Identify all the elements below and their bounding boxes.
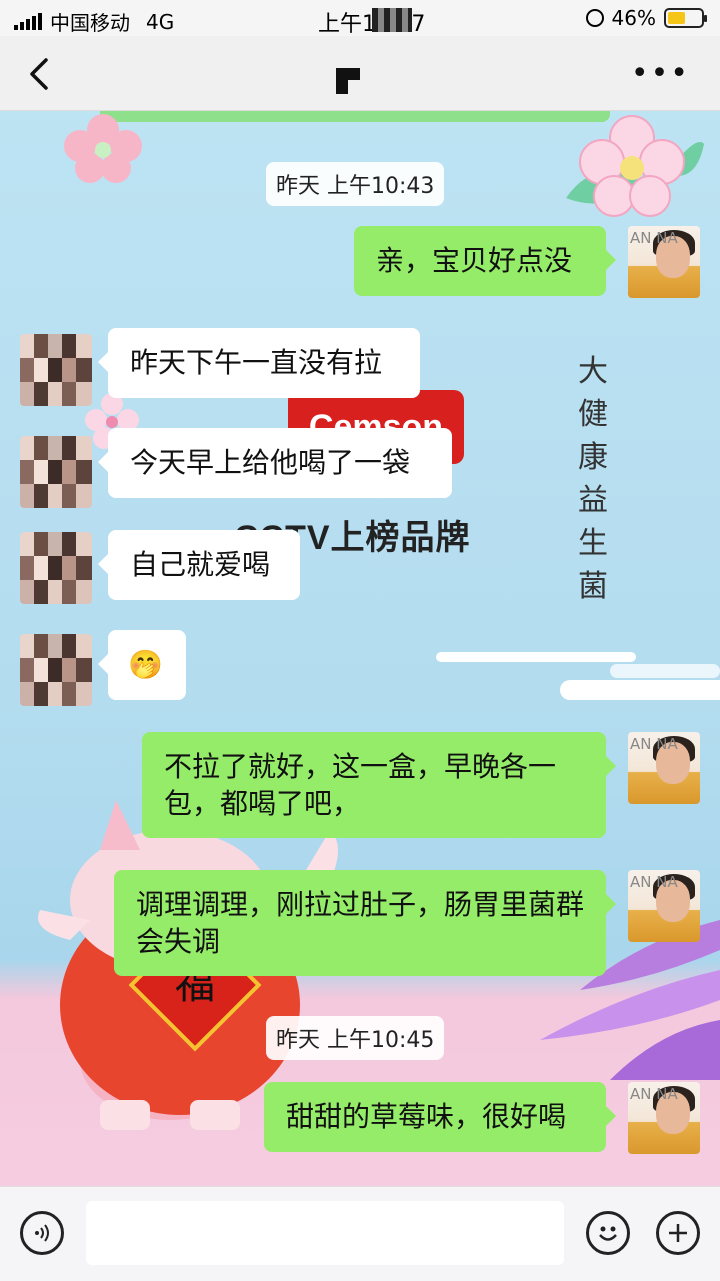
message-input[interactable] — [86, 1201, 564, 1265]
plus-icon[interactable] — [656, 1211, 700, 1255]
chat-header: ••• — [0, 36, 720, 111]
message-bubble-sent[interactable]: 调理调理，刚拉过肚子，肠胃里菌群会失调 — [114, 870, 616, 976]
contact-avatar[interactable] — [20, 634, 92, 706]
my-avatar[interactable]: AN NA — [628, 226, 700, 298]
network-type: 4G — [146, 9, 175, 34]
chat-timestamp: 昨天 上午10:43 — [266, 162, 445, 206]
input-bar — [0, 1186, 720, 1281]
message-bubble-received[interactable]: 🤭 — [98, 630, 186, 700]
flower-decoration — [566, 115, 704, 217]
vertical-slogan: 大 健 康 益 生 菌 — [578, 354, 608, 604]
signal-icon — [14, 12, 42, 30]
emoji-icon[interactable] — [586, 1211, 630, 1255]
battery-icon — [664, 8, 707, 28]
more-dots-icon[interactable]: ••• — [631, 59, 690, 89]
privacy-mosaic — [372, 8, 412, 32]
message-bubble-received[interactable]: 自己就爱喝 — [98, 530, 300, 600]
battery-percent: 46% — [611, 6, 656, 30]
message-bubble-received[interactable]: 昨天下午一直没有拉 — [98, 328, 420, 398]
my-avatar[interactable]: AN NA — [628, 870, 700, 942]
contact-avatar[interactable] — [20, 436, 92, 508]
message-bubble-sent[interactable]: 亲，宝贝好点没 — [354, 226, 616, 296]
status-left: 中国移动 4G — [14, 7, 174, 36]
voice-icon[interactable] — [20, 1211, 64, 1255]
chat-timestamp: 昨天 上午10:45 — [266, 1016, 445, 1060]
message-bubble-sent[interactable]: 不拉了就好，这一盒，早晚各一包，都喝了吧， — [142, 732, 616, 838]
battery-level — [668, 12, 685, 24]
status-bar: 中国移动 4G 上午10:07 46% — [0, 0, 720, 37]
message-bubble-sent[interactable]: 甜甜的草莓味，很好喝 — [264, 1082, 616, 1152]
contact-avatar[interactable] — [20, 334, 92, 406]
my-avatar[interactable]: AN NA — [628, 1082, 700, 1154]
carrier-name: 中国移动 — [50, 11, 130, 35]
contact-avatar[interactable] — [20, 532, 92, 604]
chat-title-redacted — [336, 68, 360, 94]
my-avatar[interactable]: AN NA — [628, 732, 700, 804]
rotation-lock-icon — [585, 9, 604, 27]
cloud-decoration — [610, 664, 720, 678]
message-bubble-received[interactable]: 今天早上给他喝了一袋 — [98, 428, 452, 498]
cloud-decoration — [436, 652, 636, 662]
chevron-left-icon[interactable] — [24, 56, 56, 92]
status-right: 46% — [585, 6, 707, 30]
flower-decoration — [64, 114, 142, 183]
cloud-decoration — [560, 680, 720, 700]
